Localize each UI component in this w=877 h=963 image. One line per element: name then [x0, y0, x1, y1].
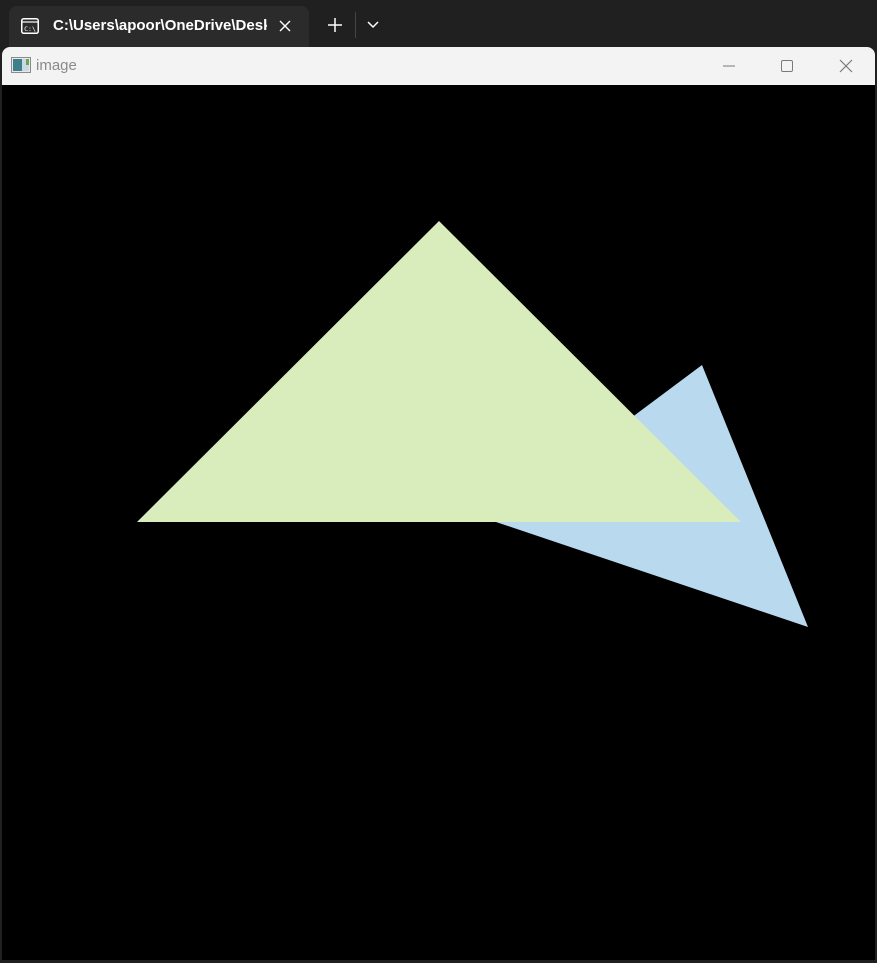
image-window-icon	[11, 57, 31, 73]
image-canvas	[2, 85, 875, 960]
maximize-icon[interactable]	[758, 47, 816, 85]
green-triangle	[137, 221, 741, 522]
image-window: image	[2, 47, 875, 960]
console-icon: C:\	[21, 18, 39, 34]
plus-icon[interactable]	[322, 12, 348, 38]
chevron-down-icon[interactable]	[362, 12, 384, 38]
terminal-tab-bar: C:\ C:\Users\apoor\OneDrive\Desktop	[0, 0, 877, 50]
svg-text:C:\: C:\	[24, 25, 36, 33]
close-icon[interactable]	[817, 47, 875, 85]
triangle-scene	[137, 221, 808, 627]
window-title: image	[36, 57, 77, 74]
tab-separator	[355, 12, 356, 38]
tab-close-icon[interactable]	[275, 16, 295, 36]
minimize-icon[interactable]	[700, 47, 758, 85]
terminal-tab-title: C:\Users\apoor\OneDrive\Desktop	[53, 17, 267, 34]
window-titlebar[interactable]: image	[2, 47, 875, 85]
terminal-tab[interactable]: C:\ C:\Users\apoor\OneDrive\Desktop	[9, 6, 309, 50]
